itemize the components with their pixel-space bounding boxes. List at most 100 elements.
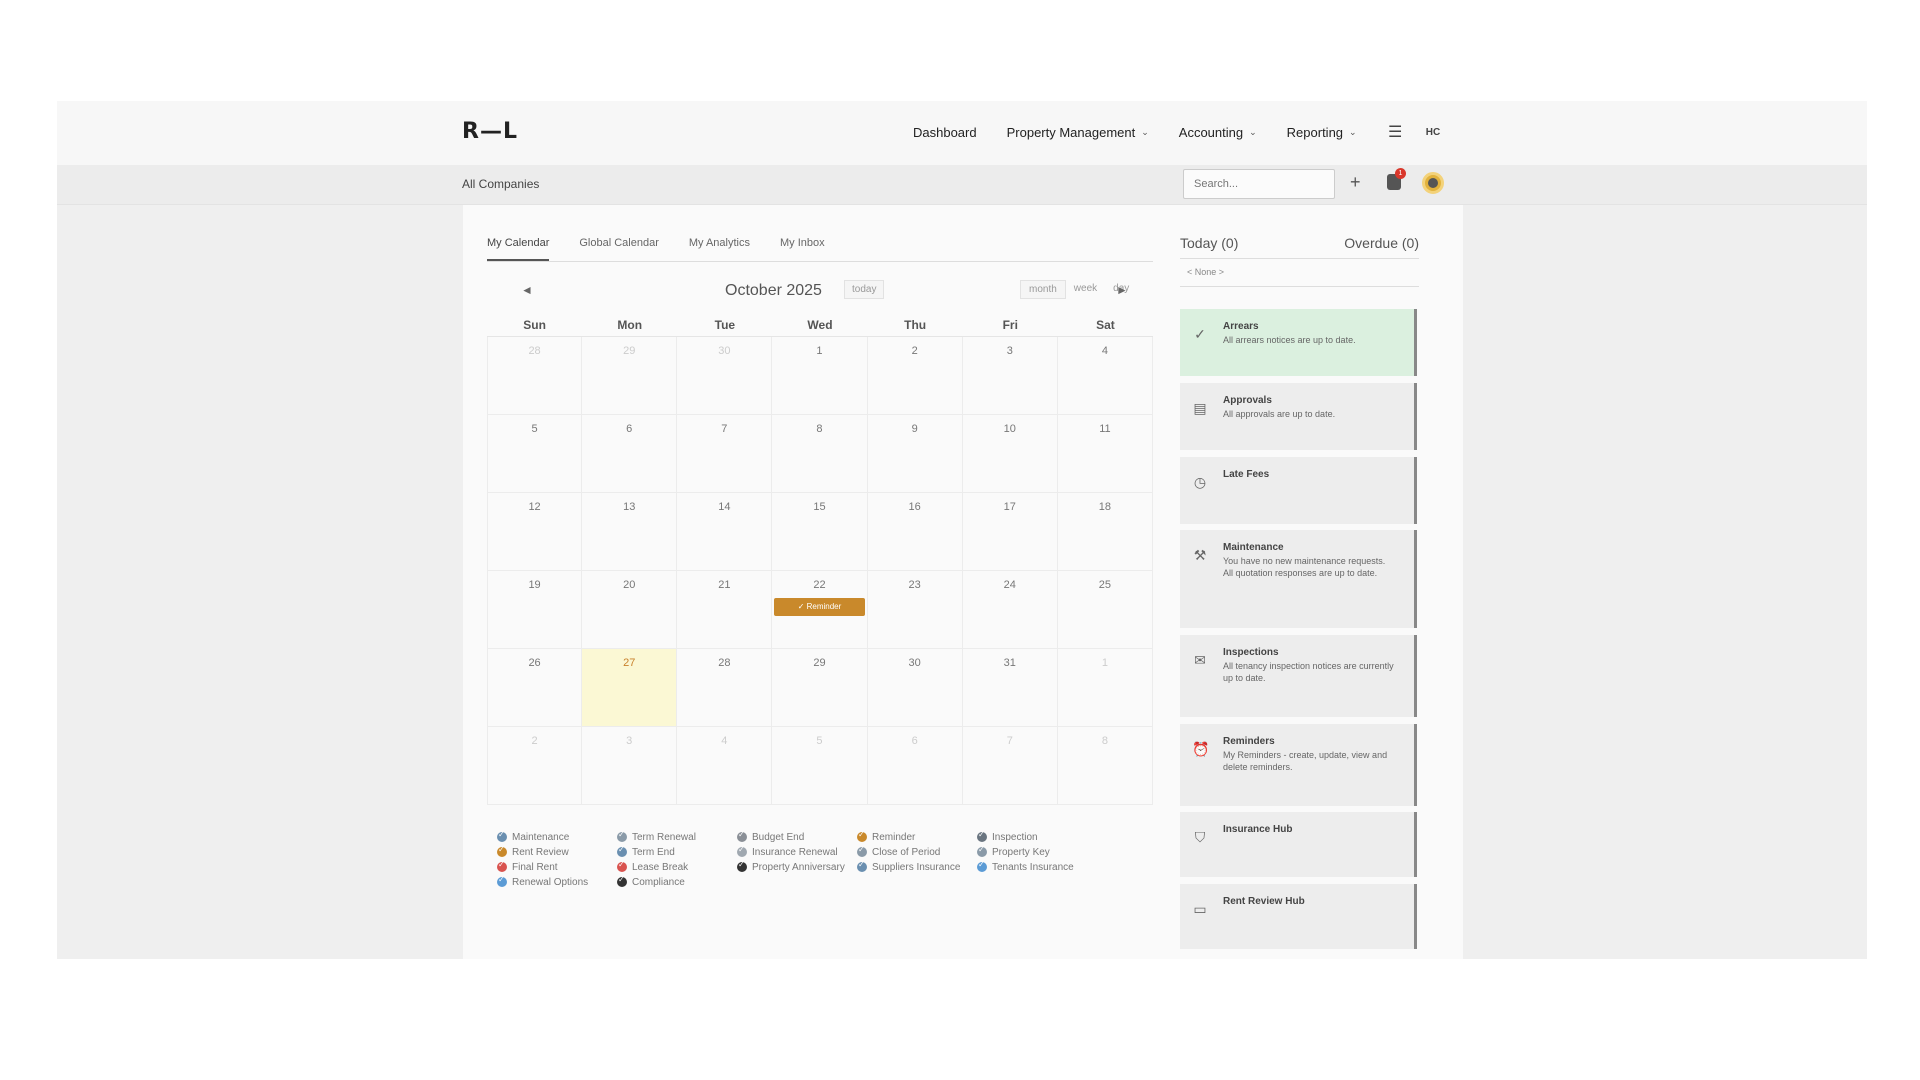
summary-card-maintenance[interactable]: ⚒ Maintenance You have no new maintenance …: [1180, 530, 1417, 628]
calendar-day[interactable]: 3: [963, 337, 1058, 414]
calendar-day[interactable]: 28: [487, 337, 583, 414]
calendar-day[interactable]: 3: [582, 727, 678, 804]
calendar-day[interactable]: 19: [487, 571, 583, 648]
calendar-day[interactable]: 22 ✓ Reminder: [772, 571, 868, 648]
card-icon: ▭: [1193, 901, 1207, 917]
calendar-day[interactable]: 24: [963, 571, 1058, 648]
calendar-day[interactable]: 5: [772, 727, 868, 804]
day-number: 8: [1101, 735, 1108, 747]
today-count-tab[interactable]: Today (0): [1180, 235, 1238, 258]
calendar-day[interactable]: 7: [963, 727, 1058, 804]
legend-item[interactable]: Lease Break: [617, 860, 737, 873]
nav-accounting[interactable]: Accounting ⌄: [1179, 125, 1257, 140]
legend-item[interactable]: Renewal Options: [497, 875, 617, 888]
legend-item[interactable]: Term End: [617, 845, 737, 858]
tab-global-calendar[interactable]: Global Calendar: [579, 237, 659, 261]
legend-item[interactable]: Tenants Insurance: [977, 860, 1097, 873]
calendar-day[interactable]: 14: [677, 493, 773, 570]
summary-card-reminders[interactable]: ⏰ Reminders My Reminders - create, update,…: [1180, 724, 1417, 806]
calendar-day[interactable]: 10: [963, 415, 1058, 492]
legend-item[interactable]: Final Rent: [497, 860, 617, 873]
hamburger-icon[interactable]: ☰: [1388, 122, 1402, 142]
calendar-day[interactable]: 4: [677, 727, 773, 804]
calendar-day[interactable]: 30: [677, 337, 773, 414]
legend-item[interactable]: Property Anniversary: [737, 860, 857, 873]
calendar-day[interactable]: 6: [868, 727, 963, 804]
calendar-day[interactable]: 21: [677, 571, 773, 648]
user-initials-avatar[interactable]: HC: [1421, 123, 1445, 143]
next-month-arrow-icon[interactable]: ►: [1116, 283, 1128, 297]
calendar-day-today[interactable]: 27: [582, 649, 678, 726]
calendar-event-reminder[interactable]: ✓ Reminder: [774, 598, 865, 616]
calendar-day[interactable]: 29: [582, 337, 678, 414]
calendar-day[interactable]: 17: [963, 493, 1058, 570]
calendar-day[interactable]: 7: [677, 415, 773, 492]
calendar-day[interactable]: 28: [677, 649, 773, 726]
calendar-day[interactable]: 13: [582, 493, 678, 570]
summary-card-late-fees[interactable]: ◷ Late Fees: [1180, 457, 1417, 524]
weekday-label: Sun: [523, 318, 546, 332]
legend-item[interactable]: Suppliers Insurance: [857, 860, 977, 873]
nav-dashboard[interactable]: Dashboard: [913, 125, 977, 140]
summary-card-rent-review-hub[interactable]: ▭ Rent Review Hub: [1180, 884, 1417, 949]
plus-icon[interactable]: +: [1350, 172, 1361, 193]
company-selector[interactable]: All Companies: [462, 177, 539, 191]
calendar-day[interactable]: 5: [487, 415, 583, 492]
calendar-day[interactable]: 25: [1058, 571, 1153, 648]
calendar-day[interactable]: 30: [868, 649, 963, 726]
tools-icon: ⚒: [1193, 547, 1207, 563]
legend-item[interactable]: Compliance: [617, 875, 737, 888]
legend-check-icon: [497, 860, 507, 872]
calendar-day[interactable]: 31: [963, 649, 1058, 726]
legend-item[interactable]: Budget End: [737, 830, 857, 843]
view-week-button[interactable]: week: [1066, 280, 1105, 299]
legend-item[interactable]: Term Renewal: [617, 830, 737, 843]
user-avatar[interactable]: [1422, 172, 1444, 194]
calendar-day[interactable]: 15: [772, 493, 868, 570]
app-logo[interactable]: R—L: [462, 119, 518, 144]
card-title: Arrears: [1223, 321, 1259, 332]
calendar-day[interactable]: 4: [1058, 337, 1153, 414]
tab-my-calendar[interactable]: My Calendar: [487, 237, 550, 261]
nav-reporting[interactable]: Reporting ⌄: [1287, 125, 1357, 140]
calendar-day[interactable]: 18: [1058, 493, 1153, 570]
legend-item[interactable]: Close of Period: [857, 845, 977, 858]
tab-my-inbox[interactable]: My Inbox: [780, 237, 825, 261]
calendar-day[interactable]: 8: [1058, 727, 1153, 804]
summary-card-inspections[interactable]: ✉ Inspections All tenancy inspection notic…: [1180, 635, 1417, 717]
today-button[interactable]: today: [844, 280, 885, 299]
calendar-day[interactable]: 12: [487, 493, 583, 570]
nav-property-management[interactable]: Property Management ⌄: [1007, 125, 1149, 140]
calendar-day[interactable]: 1: [772, 337, 868, 414]
calendar-tabs: My Calendar Global Calendar My Analytics…: [487, 237, 1153, 262]
legend-item[interactable]: Rent Review: [497, 845, 617, 858]
legend-item[interactable]: Maintenance: [497, 830, 617, 843]
calendar-day[interactable]: 20: [582, 571, 678, 648]
calendar-day[interactable]: 29: [772, 649, 868, 726]
legend-item[interactable]: Insurance Renewal: [737, 845, 857, 858]
calendar-day[interactable]: 6: [582, 415, 678, 492]
overdue-count-tab[interactable]: Overdue (0): [1344, 235, 1419, 258]
legend-item[interactable]: Reminder: [857, 830, 977, 843]
legend-item[interactable]: Inspection: [977, 830, 1097, 843]
legend-item[interactable]: Property Key: [977, 845, 1097, 858]
view-month-button[interactable]: month: [1020, 280, 1066, 299]
calendar-day[interactable]: 11: [1058, 415, 1153, 492]
calendar-day[interactable]: 16: [868, 493, 963, 570]
calendar-day[interactable]: 9: [868, 415, 963, 492]
tab-my-analytics[interactable]: My Analytics: [689, 237, 750, 261]
calendar-week-row: 19 20 21 22 ✓ Reminder 23 24 25: [487, 571, 1153, 649]
calendar-day[interactable]: 8: [772, 415, 868, 492]
summary-card-arrears[interactable]: ✓ Arrears All arrears notices are up to da…: [1180, 309, 1417, 376]
day-number: 22: [813, 579, 826, 591]
calendar-day[interactable]: 23: [868, 571, 963, 648]
summary-card-insurance-hub[interactable]: ⛉ Insurance Hub: [1180, 812, 1417, 877]
calendar-day[interactable]: 2: [487, 727, 583, 804]
legend-label: Suppliers Insurance: [872, 861, 961, 873]
summary-card-approvals[interactable]: ▤ Approvals All approvals are up to date.: [1180, 383, 1417, 450]
calendar-day[interactable]: 26: [487, 649, 583, 726]
search-input[interactable]: [1183, 169, 1335, 199]
calendar-day[interactable]: 2: [868, 337, 963, 414]
calendar-day[interactable]: 1: [1058, 649, 1153, 726]
prev-month-arrow-icon[interactable]: ◄: [521, 283, 533, 297]
